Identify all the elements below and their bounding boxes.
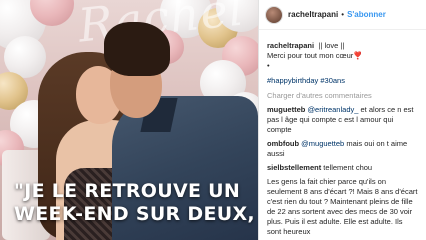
header-separator: •	[341, 10, 345, 19]
comment-mention[interactable]: @muguetteb	[301, 139, 344, 148]
load-more-comments-link[interactable]: Charger d'autres commentaires	[267, 91, 418, 101]
comment: ombfoub @muguetteb mais oui on t aime au…	[267, 139, 418, 159]
follow-button[interactable]: S'abonner	[347, 10, 386, 19]
header-username[interactable]: racheltrapani	[288, 10, 338, 19]
comment-text: Les gens la fait chier parce qu'ils on s…	[267, 177, 418, 236]
post-body: racheltrapani || love || Merci pour tout…	[259, 30, 426, 237]
comment-mention[interactable]: @eritreanlady_	[307, 105, 358, 114]
man-hair	[104, 22, 170, 76]
caption-line-2: Merci pour tout mon cœur❣️	[267, 51, 363, 60]
caption-dot: •	[267, 61, 270, 70]
comment-username[interactable]: muguetteb	[267, 105, 305, 114]
comment-username[interactable]: sielbstellement	[267, 163, 321, 172]
comment: muguetteb @eritreanlady_ et alors ce n e…	[267, 105, 418, 135]
hashtags[interactable]: #happybirthday #30ans	[267, 76, 418, 86]
instagram-panel: racheltrapani • S'abonner racheltrapani …	[258, 0, 426, 240]
avatar[interactable]	[265, 5, 283, 24]
caption: racheltrapani || love ||	[267, 39, 418, 51]
comment: sielbstellement tellement chou	[267, 163, 418, 173]
quote-overlay: "JE LE RETROUVE UN WEEK-END SUR DEUX,	[14, 180, 255, 225]
comment: Les gens la fait chier parce qu'ils on s…	[267, 177, 418, 237]
post-header: racheltrapani • S'abonner	[259, 0, 426, 30]
post-photo: Rachel "JE LE RETROUVE UN WEEK-END SUR D…	[0, 0, 258, 240]
caption-text: || love ||	[318, 41, 345, 50]
comment-username[interactable]: ombfoub	[267, 139, 299, 148]
comment-text: tellement chou	[323, 163, 373, 172]
caption-username[interactable]: racheltrapani	[267, 41, 314, 50]
